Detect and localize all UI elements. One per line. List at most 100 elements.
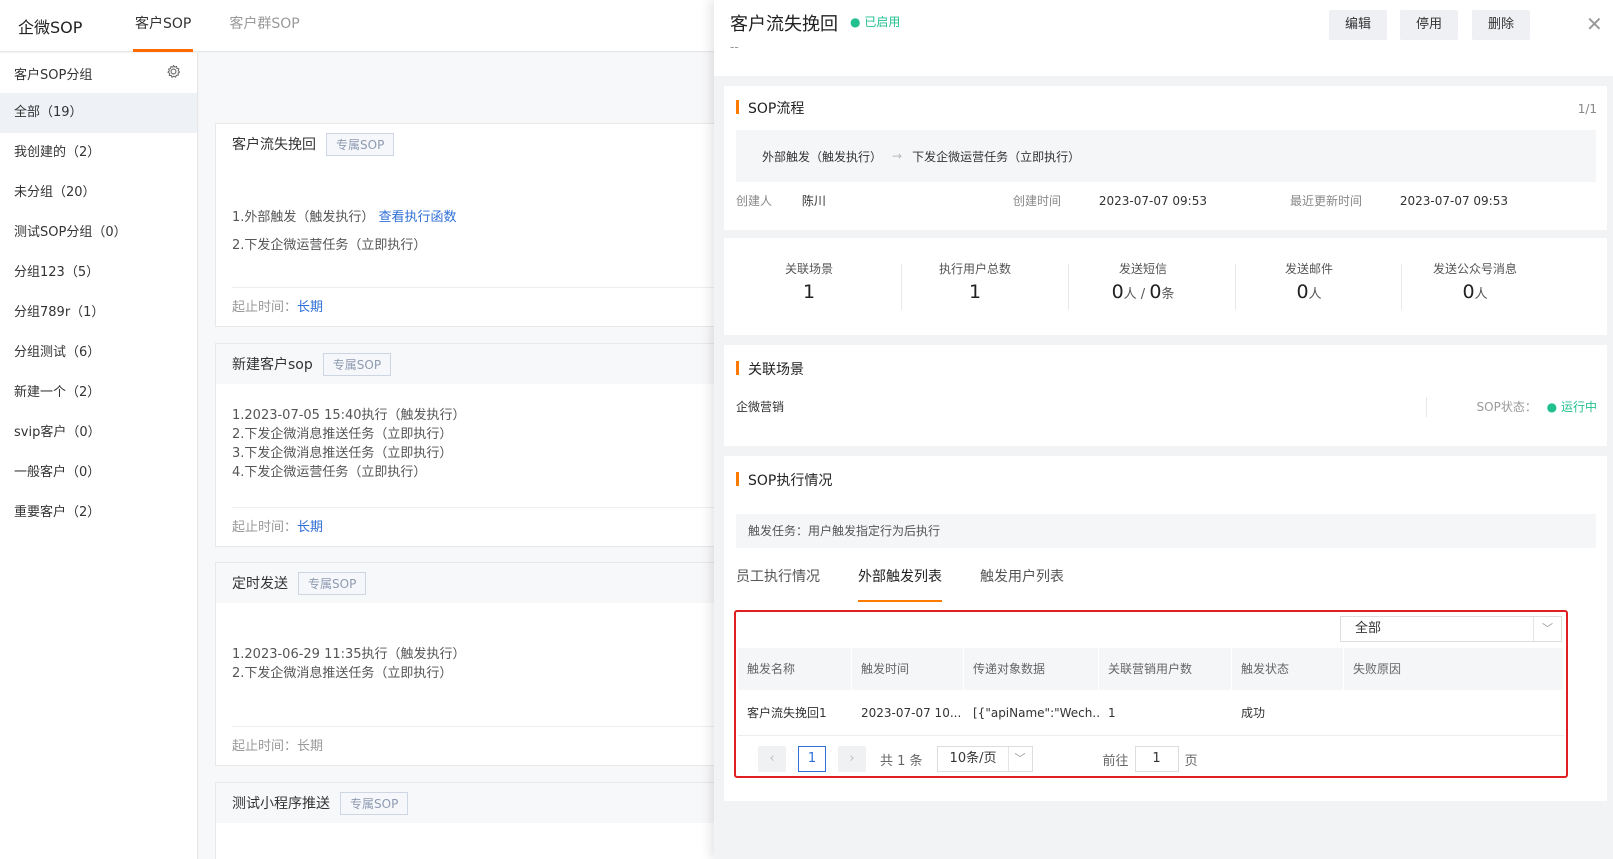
card-title: 新建客户sop (232, 357, 313, 373)
stat-email: 发送邮件 0人 (1224, 260, 1394, 303)
cell-user-count[interactable]: 1 (1099, 690, 1232, 735)
status-value: 运行中 (1560, 400, 1597, 414)
top-nav: 企微SOP 客户SOP 客户群SOP (0, 0, 714, 52)
column-header: 触发状态 (1232, 648, 1344, 690)
stat-label: 执行用户总数 (938, 262, 1011, 276)
tab-customer-sop[interactable]: 客户SOP (133, 0, 194, 52)
table-row[interactable]: 客户流失挽回1 2023-07-07 10... [{"apiName":"We… (738, 690, 1564, 736)
scene-name[interactable]: 企微营销 (736, 398, 784, 415)
pagination: ‹ 1 › 共 1 条 10条/页 ﹀ 前往 1 页 (758, 746, 1198, 772)
unit: 人 (1123, 287, 1137, 302)
stat-value: 1 (968, 281, 982, 303)
card-footer: 起止时间：长期 (232, 507, 714, 547)
step-line: 3.下发企微消息推送任务（立即执行） (232, 446, 453, 461)
updated-value: 2023-07-07 09:53 (1399, 194, 1508, 208)
sidebar-item-svip[interactable]: svip客户（0） (0, 413, 197, 453)
sop-type-badge: 专属SOP (298, 571, 367, 595)
goto-label: 前往 (1102, 753, 1129, 769)
chevron-down-icon: ﹀ (1533, 617, 1561, 641)
tab-external-trigger-list[interactable]: 外部触发列表 (858, 566, 942, 602)
step-line: 1.2023-07-05 15:40执行（触发执行） (232, 408, 466, 423)
stat-official-account: 发送公众号消息 0人 (1390, 260, 1560, 303)
sidebar-item-all[interactable]: 全部（19） (0, 93, 197, 133)
panel-subtitle: -- (730, 40, 739, 54)
stat-label: 关联场景 (784, 262, 833, 276)
close-icon[interactable]: ✕ (1586, 12, 1603, 36)
chevron-left-icon[interactable]: ‹ (758, 746, 786, 772)
sidebar-item-group-test[interactable]: 分组测试（6） (0, 333, 197, 373)
delete-button[interactable]: 删除 (1472, 10, 1530, 40)
goto-page-input[interactable]: 1 (1134, 746, 1179, 772)
flow-steps: 外部触发（触发执行） → 下发企微运营任务（立即执行） (736, 130, 1596, 182)
created-info: 创建时间 2023-07-07 09:53 (1013, 192, 1207, 209)
creator-info: 创建人 陈川 (736, 192, 826, 209)
related-scene-section: 关联场景 企微营销 SOP状态： ● 运行中 (724, 345, 1607, 446)
stat-label: 发送短信 (1118, 262, 1167, 276)
group-sidebar: 客户SOP分组 全部（19） 我创建的（2） 未分组（20） 测试SOP分组（0… (0, 53, 198, 859)
disable-button[interactable]: 停用 (1400, 10, 1458, 40)
stat-sms: 发送短信 0人 / 0条 (1058, 260, 1228, 303)
page-number[interactable]: 1 (798, 746, 826, 772)
tab-staff-execution[interactable]: 员工执行情况 (736, 566, 820, 602)
section-title: SOP执行情况 (736, 470, 832, 490)
stat-value: 0人 (1224, 281, 1394, 303)
sop-run-status: SOP状态： ● 运行中 (1477, 398, 1597, 415)
sidebar-title: 客户SOP分组 (14, 67, 93, 83)
cell-trigger-time: 2023-07-07 10... (861, 706, 962, 720)
email-count: 0 (1296, 281, 1309, 303)
sop-card[interactable]: 定时发送 专属SOP 1.2023-06-29 11:35执行（触发执行） 2.… (215, 562, 714, 766)
gear-icon[interactable] (166, 64, 181, 83)
sidebar-item-test-group[interactable]: 测试SOP分组（0） (0, 213, 197, 253)
step-line: 2.下发企微运营任务（立即执行） (232, 238, 427, 253)
period-label: 起止时间： (232, 520, 298, 535)
card-steps: 1.2023-07-05 15:40执行（触发执行） 2.下发企微消息推送任务（… (216, 384, 714, 507)
trigger-table: 触发名称 触发时间 传递对象数据 关联营销用户数 触发状态 失败原因 客户流失挽… (738, 648, 1564, 736)
sidebar-item-important[interactable]: 重要客户（2） (0, 493, 197, 533)
app-brand: 企微SOP (18, 17, 83, 37)
column-header: 触发名称 (738, 648, 852, 690)
sidebar-item-group789r[interactable]: 分组789r（1） (0, 293, 197, 333)
status-dot-icon: ● (1546, 400, 1558, 414)
card-steps: 1.2023-06-29 11:35执行（触发执行） 2.下发企微消息推送任务（… (216, 603, 714, 726)
edit-button[interactable]: 编辑 (1329, 10, 1387, 40)
chevron-right-icon[interactable]: › (838, 746, 866, 772)
period-label: 起止时间： (232, 300, 298, 315)
card-footer: 起止时间：长期 (232, 287, 714, 327)
sidebar-item-normal[interactable]: 一般客户（0） (0, 453, 197, 493)
period-value: 长期 (297, 739, 324, 754)
sop-type-badge: 专属SOP (340, 791, 409, 815)
page-unit: 页 (1184, 753, 1198, 769)
card-steps: 1.外部触发（触发执行） 查看执行函数 2.下发企微运营任务（立即执行） (216, 164, 714, 287)
sop-type-badge: 专属SOP (322, 352, 392, 376)
sop-type-badge: 专属SOP (326, 132, 395, 156)
chevron-down-icon: ﹀ (1007, 747, 1032, 771)
sidebar-item-ungrouped[interactable]: 未分组（20） (0, 173, 197, 213)
creator-label: 创建人 (736, 194, 773, 208)
trigger-note: 触发任务：用户触发指定行为后执行 (736, 514, 1596, 548)
tab-trigger-user-list[interactable]: 触发用户列表 (980, 566, 1064, 602)
step-line: 2.下发企微消息推送任务（立即执行） (232, 666, 453, 681)
updated-label: 最近更新时间 (1290, 194, 1363, 208)
flow-step: 外部触发（触发执行） (762, 149, 883, 164)
sidebar-item-mine[interactable]: 我创建的（2） (0, 133, 197, 173)
tab-customer-group-sop[interactable]: 客户群SOP (227, 0, 301, 52)
stat-value: 0人 / 0条 (1058, 281, 1228, 303)
divider (1426, 397, 1427, 417)
status-filter-select[interactable]: 全部 ﹀ (1340, 616, 1562, 642)
sop-card[interactable]: 新建客户sop 专属SOP 1.2023-07-05 15:40执行（触发执行）… (215, 343, 714, 547)
page-size-value: 10条/页 (949, 751, 997, 766)
sidebar-item-group123[interactable]: 分组123（5） (0, 253, 197, 293)
sop-card-list: 客户流失挽回 专属SOP 1.外部触发（触发执行） 查看执行函数 2.下发企微运… (199, 53, 714, 859)
sop-card[interactable]: 测试小程序推送 专属SOP (215, 782, 714, 859)
sidebar-header: 客户SOP分组 (0, 53, 197, 93)
view-function-link[interactable]: 查看执行函数 (379, 210, 457, 225)
stat-scenes: 关联场景 1 (724, 260, 894, 303)
page-size-select[interactable]: 10条/页 ﹀ (936, 746, 1033, 772)
sidebar-item-new-one[interactable]: 新建一个（2） (0, 373, 197, 413)
card-title: 客户流失挽回 (232, 137, 316, 153)
step-line: 4.下发企微运营任务（立即执行） (232, 465, 427, 480)
sop-detail-panel: 客户流失挽回 ● 已启用 -- 编辑 停用 删除 ✕ SOP流程 1/1 外部触… (714, 0, 1613, 859)
stat-users: 执行用户总数 1 (890, 260, 1060, 303)
sop-card[interactable]: 客户流失挽回 专属SOP 1.外部触发（触发执行） 查看执行函数 2.下发企微运… (215, 123, 714, 327)
stat-value: 1 (802, 281, 816, 303)
